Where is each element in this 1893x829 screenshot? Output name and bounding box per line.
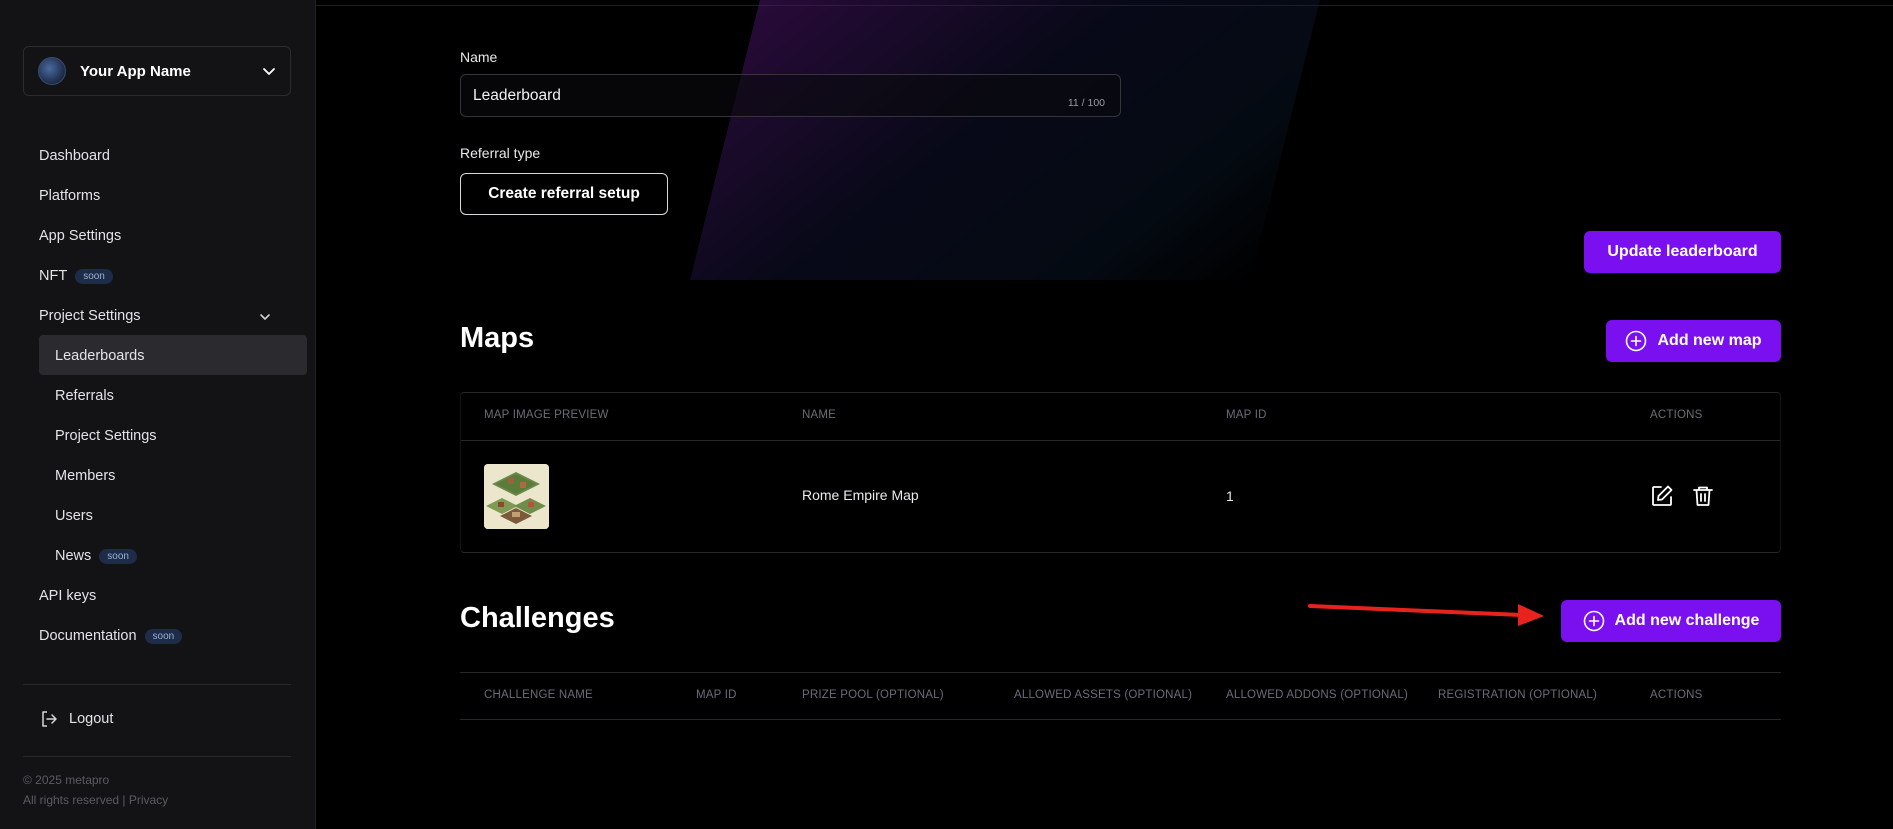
sidebar-item-nft[interactable]: NFT soon (39, 268, 113, 284)
column-header: ACTIONS (1650, 409, 1703, 421)
maps-table (460, 392, 1781, 553)
sidebar: Your App Name Dashboard Platforms App Se… (0, 0, 316, 829)
referral-type-label: Referral type (460, 145, 541, 161)
footer-rights[interactable]: All rights reserved | Privacy (23, 793, 168, 807)
sidebar-item-app-settings[interactable]: App Settings (39, 228, 121, 244)
add-new-challenge-button[interactable]: Add new challenge (1561, 600, 1781, 642)
column-header: CHALLENGE NAME (484, 689, 593, 701)
table-header-divider (461, 440, 1780, 441)
name-char-counter: 11 / 100 (1067, 97, 1105, 109)
plus-circle-icon (1626, 330, 1647, 352)
map-name-cell: Rome Empire Map (802, 487, 919, 503)
chevron-down-icon[interactable] (258, 310, 272, 324)
maps-title: Maps (460, 322, 535, 354)
sidebar-item-members[interactable]: Members (55, 468, 115, 484)
column-header: ALLOWED ASSETS (OPTIONAL) (1014, 689, 1193, 701)
add-new-map-button[interactable]: Add new map (1606, 320, 1781, 362)
app-logo (38, 57, 66, 85)
background-glow (690, 0, 1330, 280)
column-header: PRIZE POOL (OPTIONAL) (802, 689, 944, 701)
sidebar-item-platforms[interactable]: Platforms (39, 188, 100, 204)
sidebar-item-project-settings[interactable]: Project Settings (39, 308, 141, 324)
column-header: MAP ID (1226, 409, 1267, 421)
sidebar-item-leaderboards[interactable]: Leaderboards (55, 348, 145, 364)
app-selector[interactable]: Your App Name (23, 46, 291, 96)
update-leaderboard-button[interactable]: Update leaderboard (1584, 231, 1781, 273)
sidebar-item-users[interactable]: Users (55, 508, 93, 524)
name-label: Name (460, 49, 498, 65)
create-referral-setup-button[interactable]: Create referral setup (460, 173, 668, 215)
column-header: NAME (802, 409, 837, 421)
column-header: ALLOWED ADDONS (OPTIONAL) (1226, 689, 1409, 701)
column-header: REGISTRATION (OPTIONAL) (1438, 689, 1598, 701)
map-image-preview (484, 464, 549, 529)
name-input-value: Leaderboard (473, 87, 561, 104)
challenges-title: Challenges (460, 602, 615, 634)
soon-badge: soon (144, 628, 183, 644)
sidebar-item-dashboard[interactable]: Dashboard (39, 148, 110, 164)
logout-button[interactable]: Logout (39, 709, 113, 729)
sidebar-item-news[interactable]: News soon (55, 548, 137, 564)
annotation-arrow (1308, 604, 1544, 626)
sidebar-item-api-keys[interactable]: API keys (39, 588, 96, 604)
footer-copyright: © 2025 metapro (23, 773, 110, 787)
sidebar-divider (23, 756, 291, 757)
column-header: ACTIONS (1650, 689, 1703, 701)
sidebar-item-project-settings-sub[interactable]: Project Settings (55, 428, 157, 444)
map-id-cell: 1 (1226, 488, 1234, 504)
sidebar-divider (23, 684, 291, 685)
column-header: MAP IMAGE PREVIEW (484, 409, 609, 421)
soon-badge: soon (99, 548, 137, 564)
app-name: Your App Name (80, 62, 191, 80)
trash-icon[interactable] (1691, 484, 1715, 508)
column-header: MAP ID (696, 689, 737, 701)
chevron-down-icon (263, 68, 275, 75)
name-input[interactable]: Leaderboard 11 / 100 (460, 74, 1121, 117)
plus-circle-icon (1583, 610, 1604, 632)
sidebar-item-documentation[interactable]: Documentation soon (39, 628, 183, 644)
soon-badge: soon (75, 268, 113, 284)
edit-icon[interactable] (1650, 484, 1674, 508)
logout-icon (42, 711, 57, 727)
sidebar-item-referrals[interactable]: Referrals (55, 388, 114, 404)
